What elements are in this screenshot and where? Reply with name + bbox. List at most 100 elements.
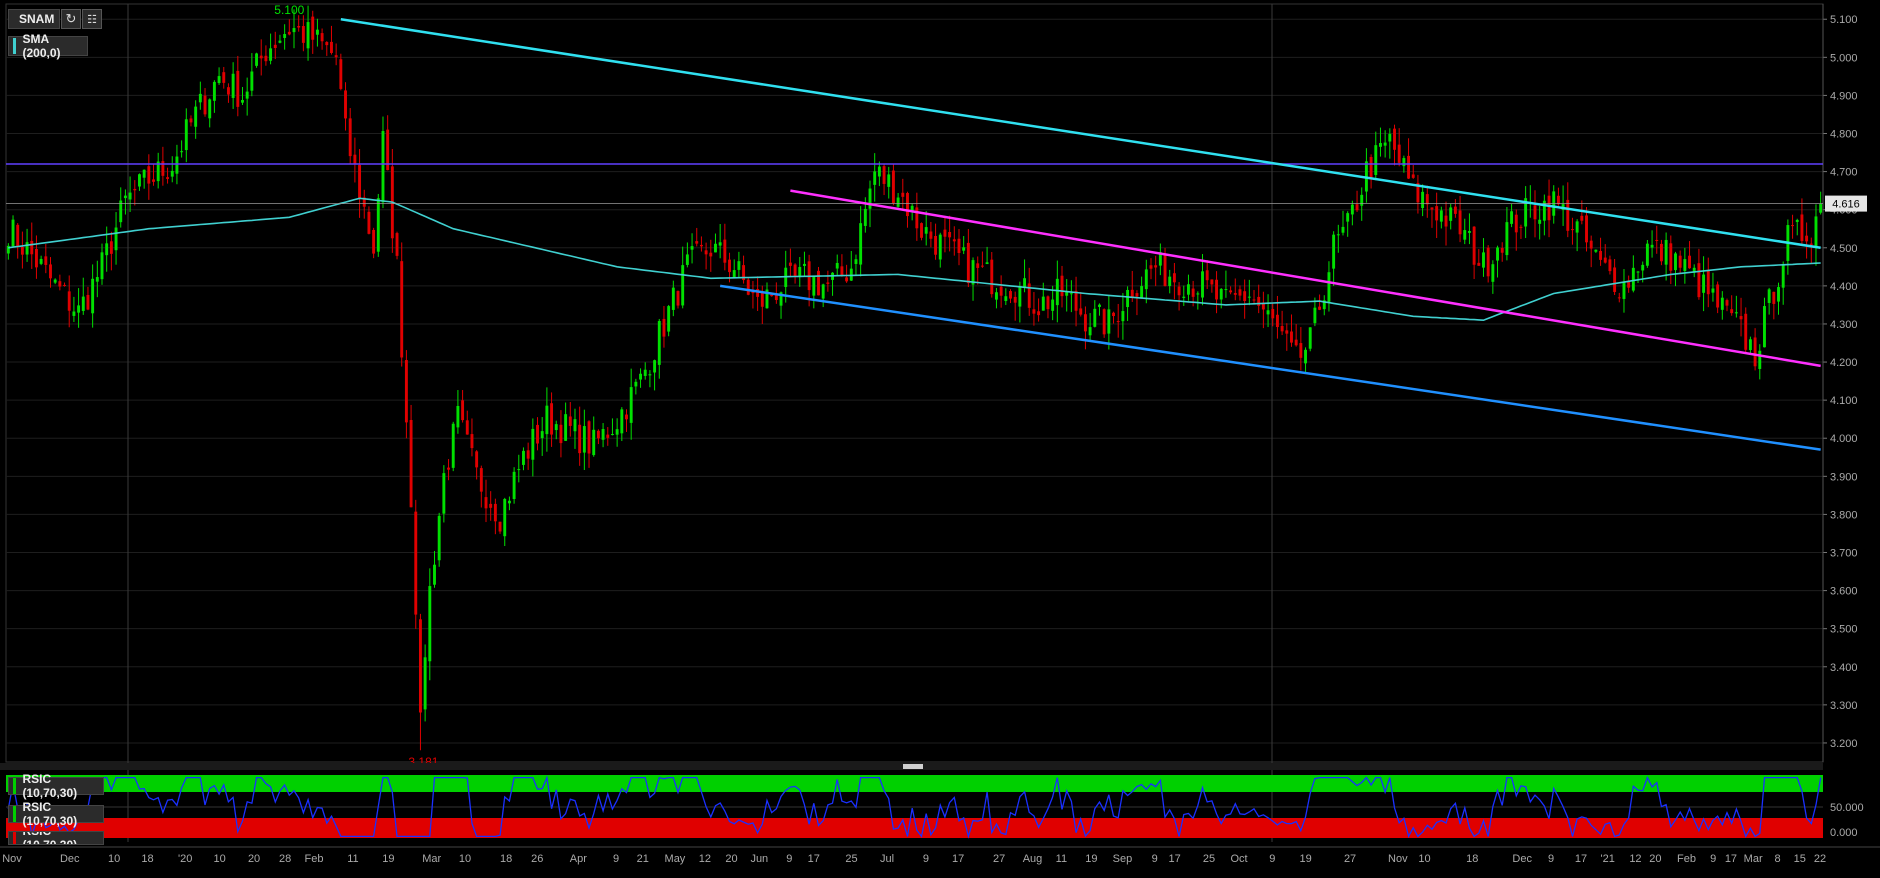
rsi-label-2: RSIC (10,70,30)	[22, 800, 78, 828]
bar-style-button[interactable]: ☷	[82, 9, 102, 29]
x-tick-label: 15	[1794, 853, 1806, 865]
y-tick-label: 3.400	[1830, 662, 1858, 674]
candle-up	[1505, 222, 1509, 256]
candle-up	[1346, 213, 1350, 222]
candle-up	[812, 276, 816, 296]
candle-up	[517, 469, 521, 471]
candle-down	[226, 87, 230, 95]
candle-down	[746, 279, 750, 295]
candle-down	[957, 238, 961, 254]
symbol-chip[interactable]: SNAM	[8, 9, 60, 29]
candle-down	[1112, 312, 1115, 317]
candle-down	[1046, 296, 1050, 310]
candle-down	[1772, 291, 1776, 304]
candle-up	[1144, 269, 1148, 290]
candle-up	[1491, 264, 1495, 282]
x-tick-label: '21	[1601, 853, 1615, 865]
candle-up	[114, 227, 118, 251]
candle-up	[1098, 304, 1101, 307]
sma-chip[interactable]: SMA (200,0)	[8, 32, 88, 60]
x-tick-label: 11	[347, 853, 358, 865]
candle-down	[475, 451, 479, 468]
candle-up	[995, 292, 998, 300]
candle-up	[643, 369, 647, 376]
candle-down	[1243, 291, 1247, 301]
candle-down	[418, 619, 422, 713]
candle-down	[325, 42, 329, 46]
rsi-label-1: RSIC (10,70,30)	[22, 772, 78, 800]
candle-down	[1430, 207, 1434, 210]
candle-up	[1622, 281, 1626, 299]
candle-up	[1201, 271, 1204, 298]
candle-up	[821, 284, 825, 299]
candle-down	[934, 235, 938, 255]
candle-up	[1641, 264, 1645, 271]
candle-down	[465, 420, 469, 435]
candle-up	[1702, 274, 1706, 293]
price-chart[interactable]: 3.200 3.300 3.400 3.500 3.600 3.700 3.800 3.900…	[0, 0, 1880, 873]
candle-down	[1444, 215, 1448, 227]
x-tick-label: 12	[699, 853, 711, 865]
candle-down	[470, 434, 474, 449]
candle-down	[259, 55, 263, 59]
candle-down	[166, 177, 170, 179]
candle-up	[798, 267, 802, 278]
candle-up	[1388, 133, 1392, 142]
candle-down	[1608, 259, 1612, 272]
x-tick-label: 21	[637, 853, 649, 865]
candle-down	[1585, 215, 1588, 243]
x-tick-label: 10	[459, 853, 471, 865]
candle-up	[175, 156, 179, 174]
x-tick-label: Mar	[422, 853, 441, 865]
candle-up	[1219, 288, 1223, 300]
x-tick-label: 11	[1056, 853, 1067, 865]
x-tick-label: Feb	[1677, 853, 1696, 865]
candle-up	[1313, 307, 1317, 324]
candle-up	[39, 258, 43, 264]
rsi-color-bar-1	[13, 778, 17, 794]
candle-up	[217, 76, 221, 84]
candle-up	[573, 419, 577, 432]
candle-down	[1547, 195, 1551, 221]
y-tick-label: 3.500	[1830, 624, 1858, 636]
candle-down	[999, 286, 1003, 296]
y-tick-label: 3.300	[1830, 700, 1858, 712]
candle-up	[1224, 289, 1228, 291]
candle-down	[1486, 247, 1490, 277]
candle-up	[231, 73, 235, 98]
candle-up	[269, 48, 273, 61]
candle-up	[1360, 194, 1364, 206]
chart-root[interactable]: 3.200 3.300 3.400 3.500 3.600 3.700 3.800 3.900…	[0, 0, 1880, 873]
rsi-axis-0: 0.000	[1830, 827, 1858, 839]
refresh-button[interactable]: ↻	[61, 9, 81, 29]
candle-down	[1697, 263, 1701, 298]
candle-down	[1252, 299, 1256, 301]
candle-up	[531, 428, 535, 460]
candle-up	[610, 434, 614, 436]
candle-down	[1472, 226, 1476, 265]
candle-down	[189, 118, 193, 123]
candle-up	[924, 227, 928, 234]
candle-down	[1599, 250, 1603, 260]
candle-up	[1327, 272, 1331, 302]
candle-down	[1275, 314, 1279, 328]
candle-up	[1383, 142, 1387, 146]
candle-up	[1720, 297, 1724, 310]
candle-up	[456, 406, 460, 428]
rsi-chip-2[interactable]: RSIC (10,70,30)	[8, 800, 104, 828]
rsi-chip-1[interactable]: RSIC (10,70,30)	[8, 772, 104, 800]
candle-up	[1463, 230, 1467, 240]
pane-resize-handle[interactable]	[903, 764, 923, 769]
candle-down	[1009, 291, 1012, 299]
candle-down	[1617, 297, 1621, 299]
candle-up	[423, 657, 427, 710]
rsi-chip-3[interactable]: RSIC (10,70,30)	[8, 831, 104, 845]
candle-down	[152, 179, 155, 182]
candle-down	[395, 233, 399, 256]
candle-down	[348, 118, 352, 157]
candle-up	[540, 431, 544, 439]
candle-up	[962, 247, 966, 251]
candle-up	[11, 219, 15, 247]
candle-down	[1083, 314, 1087, 332]
bar-style-icon: ☷	[87, 13, 97, 26]
